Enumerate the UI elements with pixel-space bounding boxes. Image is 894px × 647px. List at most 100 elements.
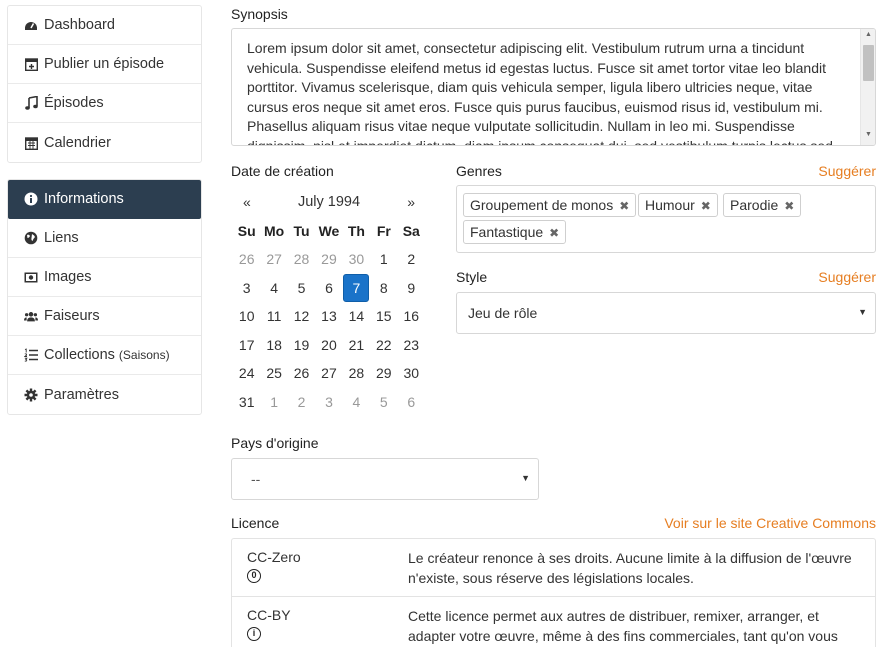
calendar-plus-icon bbox=[24, 57, 38, 71]
calendar-day[interactable]: 31 bbox=[233, 388, 260, 417]
sidebar-item-parametres[interactable]: Paramètres bbox=[8, 375, 201, 414]
calendar-day[interactable]: 9 bbox=[398, 274, 425, 303]
calendar-day[interactable]: 30 bbox=[343, 245, 370, 274]
licence-list: CC-Zero 0 Le créateur renonce à ses droi… bbox=[231, 538, 876, 647]
calendar-day[interactable]: 11 bbox=[260, 302, 287, 331]
calendar-day[interactable]: 3 bbox=[233, 274, 260, 303]
scroll-up-icon[interactable]: ▲ bbox=[863, 31, 874, 43]
scroll-down-icon[interactable]: ▼ bbox=[863, 131, 874, 143]
sidebar-item-label: Épisodes bbox=[44, 95, 104, 111]
calendar-day[interactable]: 4 bbox=[260, 274, 287, 303]
cc-zero-icon: 0 bbox=[247, 569, 261, 583]
genre-tag-label: Humour bbox=[645, 197, 695, 213]
licence-name: CC-BY bbox=[247, 607, 291, 623]
calendar-day[interactable]: 29 bbox=[315, 245, 342, 274]
calendar-day[interactable]: 28 bbox=[288, 245, 315, 274]
photo-icon bbox=[24, 270, 38, 284]
licence-option[interactable]: CC-Zero 0 Le créateur renonce à ses droi… bbox=[232, 539, 875, 597]
calendar-day[interactable]: 13 bbox=[315, 302, 342, 331]
style-suggest-link[interactable]: Suggérer bbox=[818, 269, 876, 285]
calendar-day[interactable]: 27 bbox=[315, 359, 342, 388]
sidebar-item-label: Dashboard bbox=[44, 17, 115, 33]
genres-tag-input[interactable]: Groupement de monos ✖ Humour ✖ Parodie ✖ Fa… bbox=[456, 185, 876, 253]
weekday-header: Th bbox=[347, 223, 365, 239]
chevron-down-icon: ▼ bbox=[521, 473, 530, 483]
calendar-day[interactable]: 6 bbox=[398, 388, 425, 417]
calendar-day[interactable]: 15 bbox=[370, 302, 397, 331]
calendar-day[interactable]: 20 bbox=[315, 331, 342, 360]
calendar-day[interactable]: 12 bbox=[288, 302, 315, 331]
calendar-day[interactable]: 1 bbox=[370, 245, 397, 274]
calendar-day[interactable]: 19 bbox=[288, 331, 315, 360]
sidebar-item-label: Images bbox=[44, 269, 92, 285]
genre-tag-label: Parodie bbox=[730, 197, 779, 213]
remove-tag-icon[interactable]: ✖ bbox=[784, 199, 794, 213]
sidebar-item-label: Calendrier bbox=[44, 134, 111, 151]
calendar-day[interactable]: 24 bbox=[233, 359, 260, 388]
remove-tag-icon[interactable]: ✖ bbox=[619, 199, 629, 213]
sidebar-item-collections[interactable]: Collections (Saisons) bbox=[8, 336, 201, 375]
genre-tag-label: Fantastique bbox=[470, 224, 544, 240]
style-label: Style bbox=[456, 269, 488, 285]
calendar-day[interactable]: 1 bbox=[260, 388, 287, 417]
licence-option[interactable]: CC-BY i Cette licence permet aux autres … bbox=[232, 597, 875, 647]
calendar-day[interactable]: 21 bbox=[343, 331, 370, 360]
creative-commons-link[interactable]: Voir sur le site Creative Commons bbox=[664, 515, 876, 531]
calendar-day[interactable]: 16 bbox=[398, 302, 425, 331]
calendar-day[interactable]: 4 bbox=[343, 388, 370, 417]
date-label: Date de création bbox=[231, 163, 334, 179]
calendar-day[interactable]: 30 bbox=[398, 359, 425, 388]
calendar-day[interactable]: 18 bbox=[260, 331, 287, 360]
remove-tag-icon[interactable]: ✖ bbox=[701, 199, 711, 213]
calendar-day[interactable]: 23 bbox=[398, 331, 425, 360]
calendar-day[interactable]: 26 bbox=[288, 359, 315, 388]
sidebar-menu-main: Dashboard Publier un épisode Épisodes Ca… bbox=[7, 5, 202, 163]
remove-tag-icon[interactable]: ✖ bbox=[549, 226, 559, 240]
calendar-day[interactable]: 5 bbox=[370, 388, 397, 417]
scrollbar-thumb[interactable] bbox=[863, 45, 874, 81]
sidebar-item-liens[interactable]: Liens bbox=[8, 219, 201, 258]
calendar-day[interactable]: 22 bbox=[370, 331, 397, 360]
pays-select-value: -- bbox=[251, 471, 261, 487]
calendar-day[interactable]: 27 bbox=[260, 245, 287, 274]
calendar-day[interactable]: 17 bbox=[233, 331, 260, 360]
calendar-day-selected[interactable]: 7 bbox=[343, 273, 370, 303]
sidebar-item-episodes[interactable]: Épisodes bbox=[8, 84, 201, 123]
calendar-day[interactable]: 2 bbox=[288, 388, 315, 417]
genres-suggest-link[interactable]: Suggérer bbox=[818, 163, 876, 179]
sidebar-item-label: Faiseurs bbox=[44, 308, 100, 324]
sidebar-item-calendrier[interactable]: Calendrier bbox=[8, 123, 201, 162]
calendar-day[interactable]: 25 bbox=[260, 359, 287, 388]
calendar-day[interactable]: 10 bbox=[233, 302, 260, 331]
pays-select[interactable]: -- ▼ bbox=[231, 458, 539, 500]
calendar-day[interactable]: 8 bbox=[370, 274, 397, 303]
calendar-day[interactable]: 2 bbox=[398, 245, 425, 274]
pays-label: Pays d'origine bbox=[231, 435, 319, 451]
globe-icon bbox=[24, 231, 38, 245]
synopsis-scrollbar[interactable]: ▲ ▼ bbox=[860, 29, 875, 145]
calendar-day[interactable]: 28 bbox=[343, 359, 370, 388]
list-ordered-icon bbox=[24, 348, 38, 362]
next-month-button[interactable]: » bbox=[407, 194, 415, 210]
music-note-icon bbox=[24, 96, 38, 110]
sidebar-item-informations[interactable]: Informations bbox=[8, 180, 201, 219]
users-icon bbox=[24, 309, 38, 323]
calendar-day[interactable]: 14 bbox=[343, 302, 370, 331]
weekday-header: Sa bbox=[402, 223, 420, 239]
calendar-day[interactable]: 3 bbox=[315, 388, 342, 417]
sidebar-item-faiseurs[interactable]: Faiseurs bbox=[8, 297, 201, 336]
genre-tag: Fantastique ✖ bbox=[463, 220, 567, 244]
month-title[interactable]: July 1994 bbox=[233, 194, 425, 210]
weekday-header: We bbox=[318, 223, 340, 239]
sidebar-item-label: Collections bbox=[44, 347, 115, 363]
sidebar-item-dashboard[interactable]: Dashboard bbox=[8, 6, 201, 45]
info-circle-icon bbox=[24, 192, 38, 206]
synopsis-textarea[interactable]: Lorem ipsum dolor sit amet, consectetur … bbox=[231, 28, 876, 146]
calendar-day[interactable]: 5 bbox=[288, 274, 315, 303]
calendar-day[interactable]: 26 bbox=[233, 245, 260, 274]
calendar-day[interactable]: 6 bbox=[315, 274, 342, 303]
sidebar-item-publier[interactable]: Publier un épisode bbox=[8, 45, 201, 84]
sidebar-item-images[interactable]: Images bbox=[8, 258, 201, 297]
style-select[interactable]: Jeu de rôle ▼ bbox=[456, 292, 876, 334]
calendar-day[interactable]: 29 bbox=[370, 359, 397, 388]
